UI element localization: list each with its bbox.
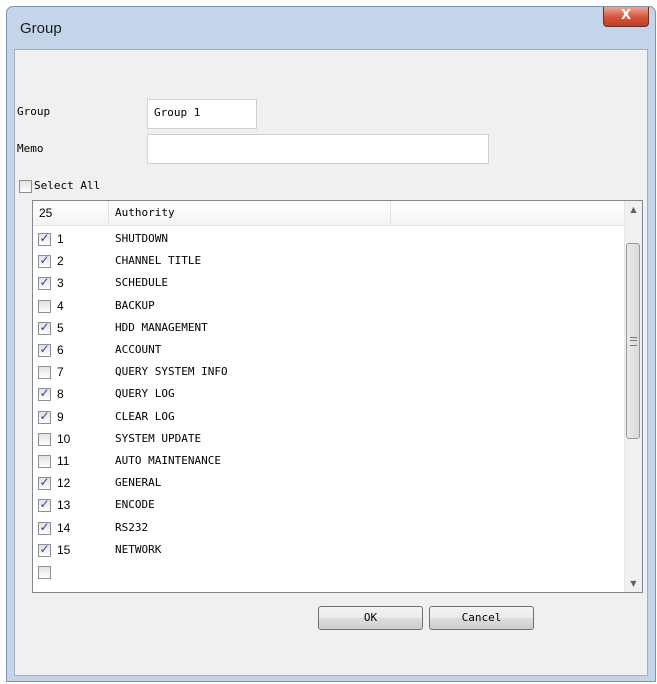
table-row[interactable]: 8 QUERY LOG [33, 383, 625, 405]
row-authority-name: GENERAL [115, 476, 162, 490]
row-authority-name: RS232 [115, 520, 149, 534]
row-number: 14 [57, 520, 71, 535]
row-checkbox[interactable] [38, 366, 51, 380]
table-row[interactable]: 12 GENERAL [33, 472, 625, 494]
row-checkbox[interactable] [38, 432, 51, 446]
table-row[interactable]: 5 HDD MANAGEMENT [33, 317, 625, 339]
table-row[interactable]: 6 ACCOUNT [33, 339, 625, 361]
row-number: 15 [57, 542, 71, 557]
row-number: 6 [57, 343, 64, 357]
title-bar[interactable]: Group X [7, 7, 655, 49]
vertical-scrollbar[interactable]: ▲ ▼ [624, 201, 642, 592]
table-row[interactable]: 13 ENCODE [33, 494, 625, 516]
row-authority-name: QUERY LOG [115, 387, 175, 401]
row-checkbox[interactable] [38, 520, 51, 535]
cancel-button[interactable]: Cancel [429, 606, 534, 630]
row-checkbox[interactable] [38, 542, 51, 557]
column-header-count[interactable]: 25 [33, 201, 109, 225]
row-checkbox[interactable] [38, 275, 51, 291]
row-authority-name: ACCOUNT [115, 343, 162, 356]
table-row[interactable]: 14 RS232 [33, 517, 625, 539]
ok-button[interactable]: OK [318, 606, 423, 630]
table-row[interactable]: 3 SCHEDULE [33, 272, 625, 294]
column-header-authority[interactable]: Authority [109, 201, 391, 225]
table-row[interactable]: 10 SYSTEM UPDATE [33, 428, 625, 450]
row-authority-name: CLEAR LOG [115, 409, 175, 423]
row-number: 2 [57, 254, 64, 269]
row-checkbox[interactable] [38, 320, 51, 335]
grip-icon [630, 337, 637, 346]
row-number: 9 [57, 409, 64, 424]
row-authority-name: CHANNEL TITLE [115, 254, 202, 268]
row-number: 8 [57, 387, 64, 402]
select-all-label[interactable]: Select All [34, 179, 100, 192]
row-checkbox[interactable] [38, 253, 51, 269]
chevron-down-icon[interactable]: ▼ [625, 575, 642, 592]
scrollbar-thumb[interactable] [626, 243, 640, 439]
dialog-body: Group Group 1 Memo Select All 25 Authori… [14, 49, 648, 676]
row-authority-name: QUERY SYSTEM INFO [115, 365, 228, 379]
row-checkbox[interactable] [38, 299, 51, 313]
row-checkbox[interactable] [38, 409, 51, 424]
table-row[interactable]: 7 QUERY SYSTEM INFO [33, 361, 625, 383]
row-checkbox[interactable] [38, 497, 51, 513]
row-authority-name: ENCODE [115, 498, 155, 512]
group-name-input[interactable]: Group 1 [147, 99, 257, 129]
row-checkbox[interactable] [38, 386, 51, 402]
table-row[interactable]: 11 AUTO MAINTENANCE [33, 450, 625, 472]
row-authority-name: HDD MANAGEMENT [115, 320, 208, 334]
row-number: 13 [57, 498, 71, 513]
table-row[interactable]: 9 CLEAR LOG [33, 406, 625, 428]
row-number: 5 [57, 320, 64, 335]
row-number: 10 [57, 431, 71, 446]
table-row[interactable]: 15 NETWORK [33, 539, 625, 561]
row-number: 4 [57, 298, 64, 313]
group-label: Group [17, 105, 51, 118]
table-row[interactable]: 2 CHANNEL TITLE [33, 250, 625, 272]
row-authority-name: SCHEDULE [115, 276, 168, 290]
row-authority-name: AUTO MAINTENANCE [115, 454, 221, 467]
list-header: 25 Authority [33, 201, 625, 226]
row-authority-name: SHUTDOWN [115, 232, 168, 245]
window-title: Group [20, 20, 62, 37]
row-checkbox[interactable] [38, 475, 51, 491]
row-number: 12 [57, 476, 71, 491]
close-button[interactable]: X [603, 7, 649, 27]
table-row[interactable]: 1 SHUTDOWN [33, 228, 625, 250]
select-all-checkbox[interactable] [19, 180, 32, 193]
table-row[interactable]: 4 BACKUP [33, 295, 625, 317]
memo-label: Memo [17, 142, 44, 155]
row-authority-name: NETWORK [115, 542, 162, 556]
row-number: 1 [57, 232, 64, 246]
chevron-up-icon[interactable]: ▲ [625, 201, 642, 218]
authority-list[interactable]: 25 Authority 1 SHUTDOWN 2 CHANNEL TITLE 3 SCH… [32, 200, 643, 593]
row-checkbox[interactable] [38, 566, 51, 579]
row-number: 7 [57, 365, 64, 380]
row-authority-name: SYSTEM UPDATE [115, 431, 202, 445]
row-number: 3 [57, 276, 64, 291]
group-dialog: Group X Group Group 1 Memo Select All 25… [6, 6, 656, 682]
column-header-empty[interactable] [391, 201, 625, 225]
close-icon: X [620, 8, 632, 23]
row-authority-name: BACKUP [115, 298, 155, 312]
memo-input[interactable] [147, 134, 489, 164]
row-checkbox[interactable] [38, 342, 51, 357]
row-number: 11 [57, 454, 70, 468]
row-checkbox[interactable] [38, 231, 51, 246]
row-checkbox[interactable] [38, 455, 51, 468]
